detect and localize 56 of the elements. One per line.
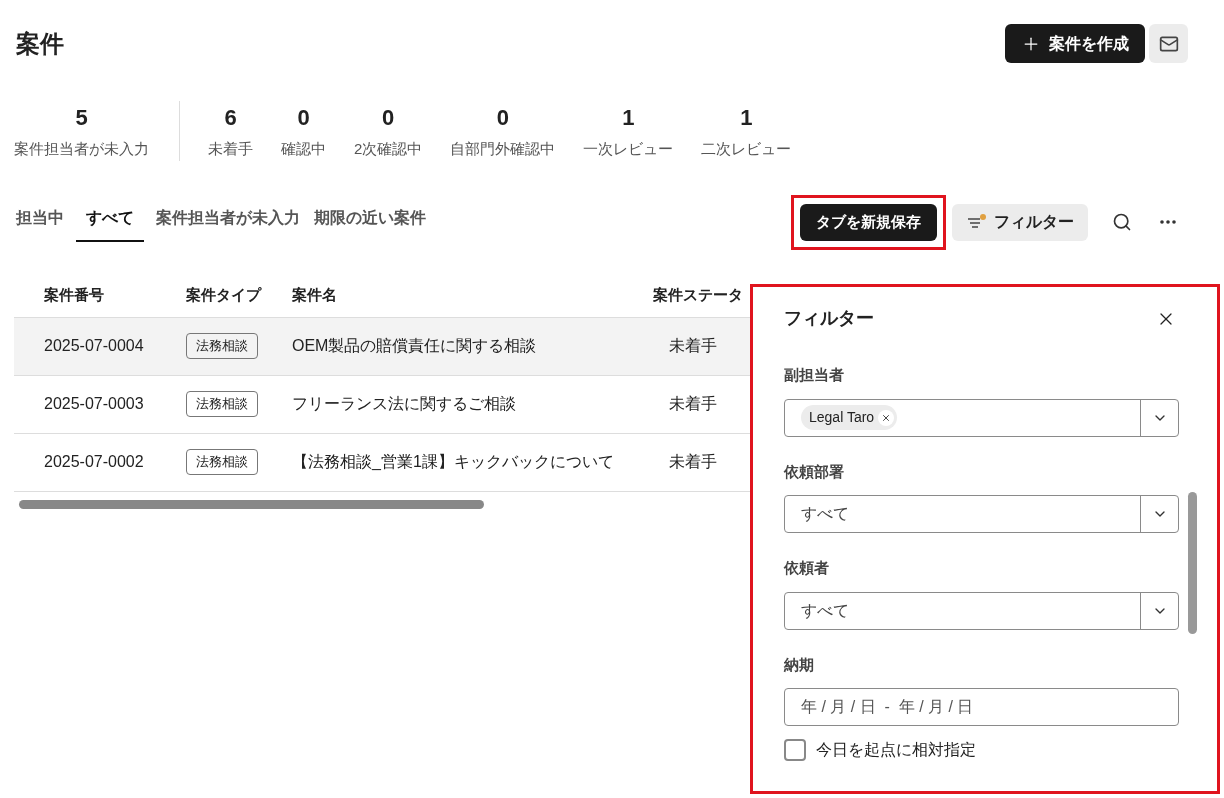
filter-icon	[966, 214, 986, 230]
column-header: 案件ステータ	[653, 284, 744, 305]
stat-label: 確認中	[281, 139, 326, 159]
case-number: 2025-07-0004	[43, 336, 145, 356]
select-field[interactable]: すべて	[784, 495, 1179, 533]
checkbox[interactable]	[784, 739, 806, 761]
stat-label: 2次確認中	[354, 139, 423, 159]
stat-value: 6	[224, 104, 237, 132]
save-tab-button[interactable]: タブを新規保存	[800, 203, 937, 241]
case-name: OEM製品の賠償責任に関する相談	[292, 336, 538, 356]
create-button[interactable]: 案件を作成	[1005, 24, 1145, 63]
selected-chip[interactable]: Legal Taro	[801, 405, 898, 430]
case-status: 未着手	[668, 452, 718, 472]
case-number: 2025-07-0003	[43, 394, 145, 414]
search-icon	[1112, 212, 1132, 232]
multiselect-field[interactable]: Legal Taro	[784, 398, 1179, 437]
more-icon	[1160, 220, 1176, 224]
filter-button[interactable]: フィルター	[952, 203, 1088, 241]
stat-label: 一次レビュー	[583, 139, 674, 159]
stat-value: 0	[496, 104, 509, 132]
case-status: 未着手	[668, 394, 718, 414]
view-tab[interactable]: すべて	[76, 202, 144, 242]
column-header: 案件名	[292, 284, 338, 305]
case-name: 【法務相談_営業1課】キックバックについて	[292, 452, 615, 472]
view-tab[interactable]: 案件担当者が未入力	[154, 202, 302, 242]
stat-label: 案件担当者が未入力	[14, 139, 149, 159]
view-tab[interactable]: 担当中	[14, 202, 66, 242]
case-type-tag: 法務相談	[186, 391, 258, 417]
field-label: 依頼部署	[784, 461, 845, 482]
stat-value: 0	[297, 104, 310, 132]
field-label: 納期	[784, 654, 815, 675]
stat-value: 5	[75, 104, 88, 132]
field-label: 副担当者	[784, 365, 845, 385]
checkbox-label: 今日を起点に相対指定	[816, 740, 976, 760]
view-tab[interactable]: 期限の近い案件	[312, 202, 428, 242]
case-type-tag: 法務相談	[186, 449, 258, 475]
stat-value: 1	[740, 104, 753, 132]
remove-chip-icon[interactable]	[878, 409, 895, 426]
stat-label: 自部門外確認中	[450, 139, 556, 159]
case-number: 2025-07-0002	[43, 452, 145, 472]
page-title: 案件	[16, 28, 64, 59]
stat-label: 未着手	[208, 139, 253, 159]
panel-title: フィルター	[784, 307, 874, 330]
mail-button[interactable]	[1149, 24, 1188, 63]
case-status: 未着手	[668, 336, 718, 356]
column-header: 案件番号	[43, 284, 105, 305]
select-field[interactable]: すべて	[784, 591, 1179, 630]
case-type-tag: 法務相談	[186, 333, 258, 359]
column-header: 案件タイプ	[186, 284, 263, 305]
table-row[interactable]: 2025-07-0004 法務相談 OEM製品の賠償責任に関する相談 未着手	[14, 317, 750, 376]
stat-value: 1	[622, 104, 635, 132]
stat-label: 二次レビュー	[701, 139, 792, 159]
date-range-field[interactable]: 年 / 月 / 日 - 年 / 月 / 日	[784, 688, 1179, 726]
case-name: フリーランス法に関するご相談	[292, 394, 517, 414]
field-label: 依頼者	[784, 558, 830, 578]
stat-value: 0	[382, 104, 395, 132]
